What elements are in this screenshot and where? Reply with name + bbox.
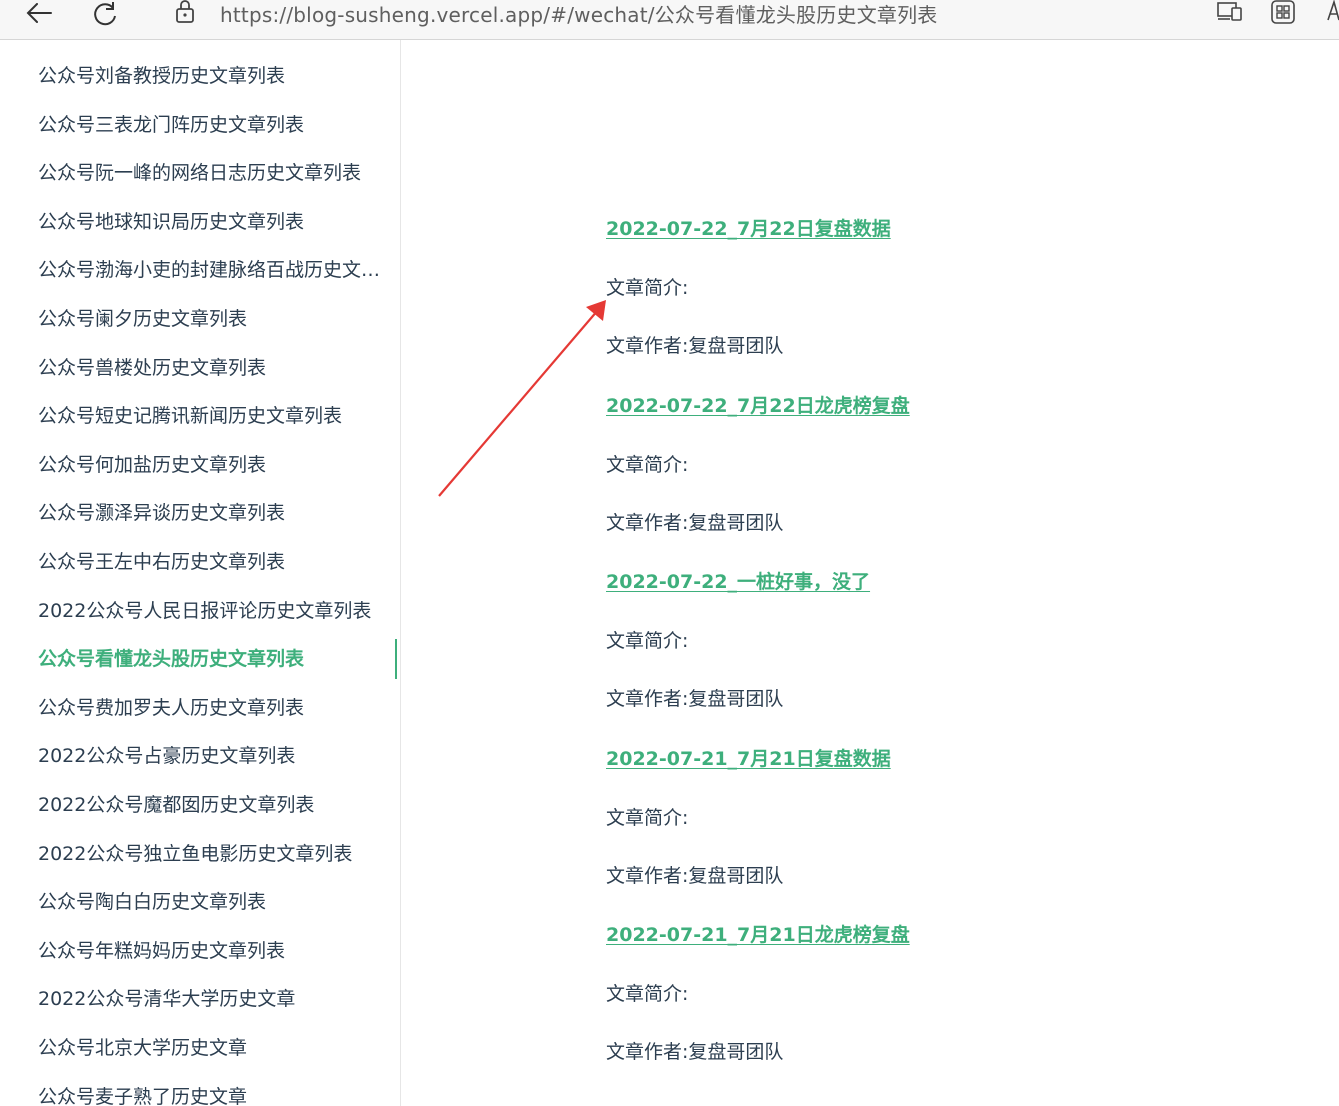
sidebar-item[interactable]: 公众号渤海小吏的封建脉络百战历史文章…	[38, 255, 398, 285]
device-cast-icon	[1217, 2, 1242, 21]
sidebar-item[interactable]: 公众号陶白白历史文章列表	[38, 887, 398, 917]
article-title-link[interactable]: 2022-07-22_一桩好事，没了	[606, 567, 870, 594]
article-intro: 文章简介:	[606, 630, 689, 652]
read-aloud-button[interactable]	[1326, 0, 1339, 30]
article-title-link[interactable]: 2022-07-21_7月21日复盘数据	[606, 744, 891, 771]
sidebar-item[interactable]: 2022公众号魔都囡历史文章列表	[38, 790, 398, 820]
sidebar-item[interactable]: 公众号兽楼处历史文章列表	[38, 353, 398, 383]
sidebar-item[interactable]: 2022公众号占豪历史文章列表	[38, 741, 398, 771]
lock-icon	[176, 0, 194, 23]
read-aloud-icon	[1327, 0, 1339, 21]
cast-button[interactable]	[1216, 0, 1244, 30]
url-text: https://blog-susheng.vercel.app/#/wechat…	[220, 3, 938, 27]
article-author: 文章作者:复盘哥团队	[606, 511, 784, 534]
article-intro: 文章简介:	[606, 806, 689, 829]
article-intro: 文章简介:	[606, 983, 689, 1005]
article-intro: 文章简介:	[606, 277, 689, 299]
sidebar-item[interactable]: 公众号短史记腾讯新闻历史文章列表	[38, 401, 398, 431]
article-title-link[interactable]: 2022-07-22_7月22日复盘数据	[606, 214, 891, 241]
sidebar-item[interactable]: 公众号阮一峰的网络日志历史文章列表	[38, 158, 398, 188]
address-bar[interactable]: https://blog-susheng.vercel.app/#/wechat…	[148, 0, 1198, 30]
back-button[interactable]	[22, 0, 56, 30]
article-author: 文章作者:复盘哥团队	[606, 864, 784, 887]
sidebar-item[interactable]: 公众号阑夕历史文章列表	[38, 304, 398, 334]
sidebar-item[interactable]: 公众号王左中右历史文章列表	[38, 547, 398, 577]
article-title-link[interactable]: 2022-07-22_7月22日龙虎榜复盘	[606, 391, 910, 418]
sidebar-item[interactable]: 2022公众号人民日报评论历史文章列表	[38, 596, 398, 626]
apps-button[interactable]	[1270, 0, 1298, 30]
sidebar-item[interactable]: 公众号麦子熟了历史文章	[38, 1082, 398, 1106]
sidebar-item[interactable]: 公众号灏泽异谈历史文章列表	[38, 498, 398, 528]
reload-button[interactable]	[88, 0, 122, 30]
article-author: 文章作者:复盘哥团队	[606, 335, 784, 357]
sidebar-item[interactable]: 2022公众号独立鱼电影历史文章列表	[38, 839, 398, 869]
sidebar-item[interactable]: 公众号三表龙门阵历史文章列表	[38, 110, 398, 140]
article-intro: 文章简介:	[606, 453, 689, 476]
sidebar-item[interactable]: 公众号北京大学历史文章	[38, 1033, 398, 1063]
sidebar-item[interactable]: 公众号年糕妈妈历史文章列表	[38, 936, 398, 966]
sidebar-item-active[interactable]: 公众号看懂龙头股历史文章列表	[38, 644, 398, 674]
article-title-link[interactable]: 2022-07-21_7月21日龙虎榜复盘	[606, 920, 910, 947]
sidebar-item[interactable]: 公众号刘备教授历史文章列表	[38, 61, 398, 91]
browser-toolbar: https://blog-susheng.vercel.app/#/wechat…	[0, 0, 1339, 40]
sidebar-item[interactable]: 公众号费加罗夫人历史文章列表	[38, 693, 398, 723]
article-list: 2022-07-22_7月22日复盘数据文章简介: 文章作者:复盘哥团队 2022-…	[402, 40, 1339, 1106]
back-arrow-icon	[26, 3, 52, 23]
apps-grid-icon	[1271, 0, 1295, 24]
article-author: 文章作者:复盘哥团队	[606, 1041, 784, 1063]
article-author: 文章作者:复盘哥团队	[606, 688, 784, 710]
sidebar-item[interactable]: 2022公众号清华大学历史文章	[38, 984, 398, 1014]
sidebar-item[interactable]: 公众号何加盐历史文章列表	[38, 450, 398, 480]
reload-icon	[94, 2, 116, 26]
sidebar-item[interactable]: 公众号地球知识局历史文章列表	[38, 207, 398, 237]
sidebar: 公众号刘备教授历史文章列表 公众号三表龙门阵历史文章列表 公众号阮一峰的网络日志历史…	[0, 40, 401, 1106]
